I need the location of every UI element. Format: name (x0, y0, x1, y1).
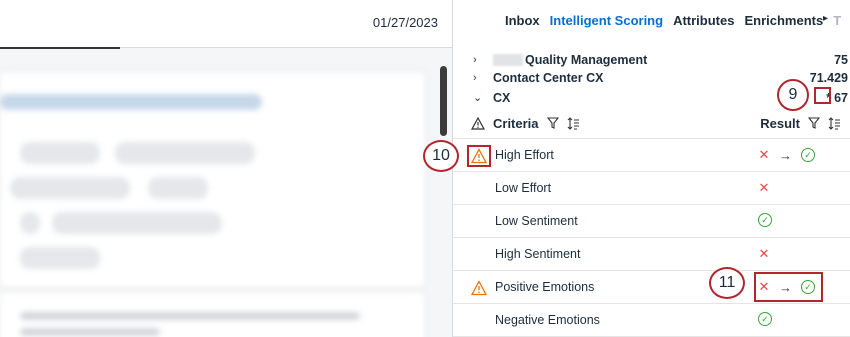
left-header: 01/27/2023 (0, 0, 452, 49)
tab-attributes[interactable]: Attributes (668, 13, 739, 28)
fail-x-icon: ✕ (758, 246, 770, 261)
criteria-header: Criteria Result (471, 112, 841, 134)
result-fail: ✕ (758, 246, 770, 262)
group-label: Quality Management (525, 52, 648, 67)
tab-enrichments[interactable]: Enrichments (739, 13, 828, 28)
result-changed: ✕ → ✓ (758, 147, 815, 163)
tab-intelligent-scoring[interactable]: Intelligent Scoring (545, 13, 668, 28)
criteria-row[interactable]: High Effort ✕ → ✓ (453, 139, 850, 172)
filter-icon[interactable] (546, 117, 559, 129)
pass-check-icon: ✓ (758, 213, 772, 227)
blurred-card-2 (0, 292, 425, 337)
criteria-row[interactable]: Low Effort ✕ (453, 172, 850, 205)
pass-check-icon: ✓ (801, 148, 815, 162)
warning-icon (471, 280, 487, 296)
tab-scroll-right-icon[interactable]: ▸ (823, 13, 828, 24)
filter-icon[interactable] (808, 117, 820, 129)
criteria-label: High Sentiment (495, 247, 581, 261)
result-pass: ✓ (758, 312, 772, 326)
criteria-label: Low Effort (495, 181, 552, 195)
callout-11: 11 (709, 267, 745, 299)
arrow-right-icon: → (779, 147, 792, 163)
group-score: 67 (834, 90, 848, 105)
criteria-column-label: Criteria (493, 115, 539, 131)
group-score: 75 (834, 52, 848, 67)
criteria-label: Low Sentiment (495, 214, 578, 228)
group-score: 71.429 (809, 70, 848, 85)
chevron-down-icon[interactable]: ⌄ (473, 91, 493, 104)
result-column-label: Result (760, 115, 800, 131)
criteria-label: High Effort (495, 148, 554, 162)
criteria-row[interactable]: Negative Emotions ✓ (453, 304, 850, 337)
criteria-row[interactable]: Low Sentiment ✓ (453, 205, 850, 238)
tab-bar: Inbox Intelligent Scoring Attributes Enr… (500, 0, 846, 40)
criteria-label: Positive Emotions (495, 280, 595, 294)
callout-10: 10 (423, 140, 459, 172)
group-row-quality-management[interactable]: › Quality Management 75 (473, 50, 848, 69)
result-fail: ✕ (758, 180, 770, 196)
chevron-right-icon[interactable]: › (473, 72, 493, 84)
fail-x-icon: ✕ (758, 180, 770, 195)
highlight-box-result-change (754, 272, 823, 302)
tab-truncated[interactable]: T (828, 13, 846, 28)
sort-icon[interactable] (567, 116, 580, 130)
result-pass: ✓ (758, 213, 772, 227)
highlight-box-score-marker (814, 87, 831, 104)
blurred-content (0, 0, 452, 337)
warning-icon (471, 116, 485, 130)
callout-9: 9 (777, 79, 809, 111)
tab-inbox[interactable]: Inbox (500, 13, 545, 28)
blurred-card (0, 72, 425, 287)
criteria-row[interactable]: High Sentiment ✕ (453, 238, 850, 271)
pass-check-icon: ✓ (758, 312, 772, 326)
sort-icon[interactable] (828, 116, 841, 130)
chevron-right-icon[interactable]: › (473, 54, 493, 66)
conversation-date: 01/27/2023 (372, 15, 438, 30)
scrollbar-thumb[interactable] (440, 66, 447, 136)
masked-text (493, 54, 523, 67)
left-pane: 01/27/2023 (0, 0, 452, 337)
group-label: Contact Center CX (493, 70, 604, 85)
criteria-label: Negative Emotions (495, 313, 600, 327)
highlight-box-warning (467, 145, 491, 167)
fail-x-icon: ✕ (758, 147, 770, 162)
